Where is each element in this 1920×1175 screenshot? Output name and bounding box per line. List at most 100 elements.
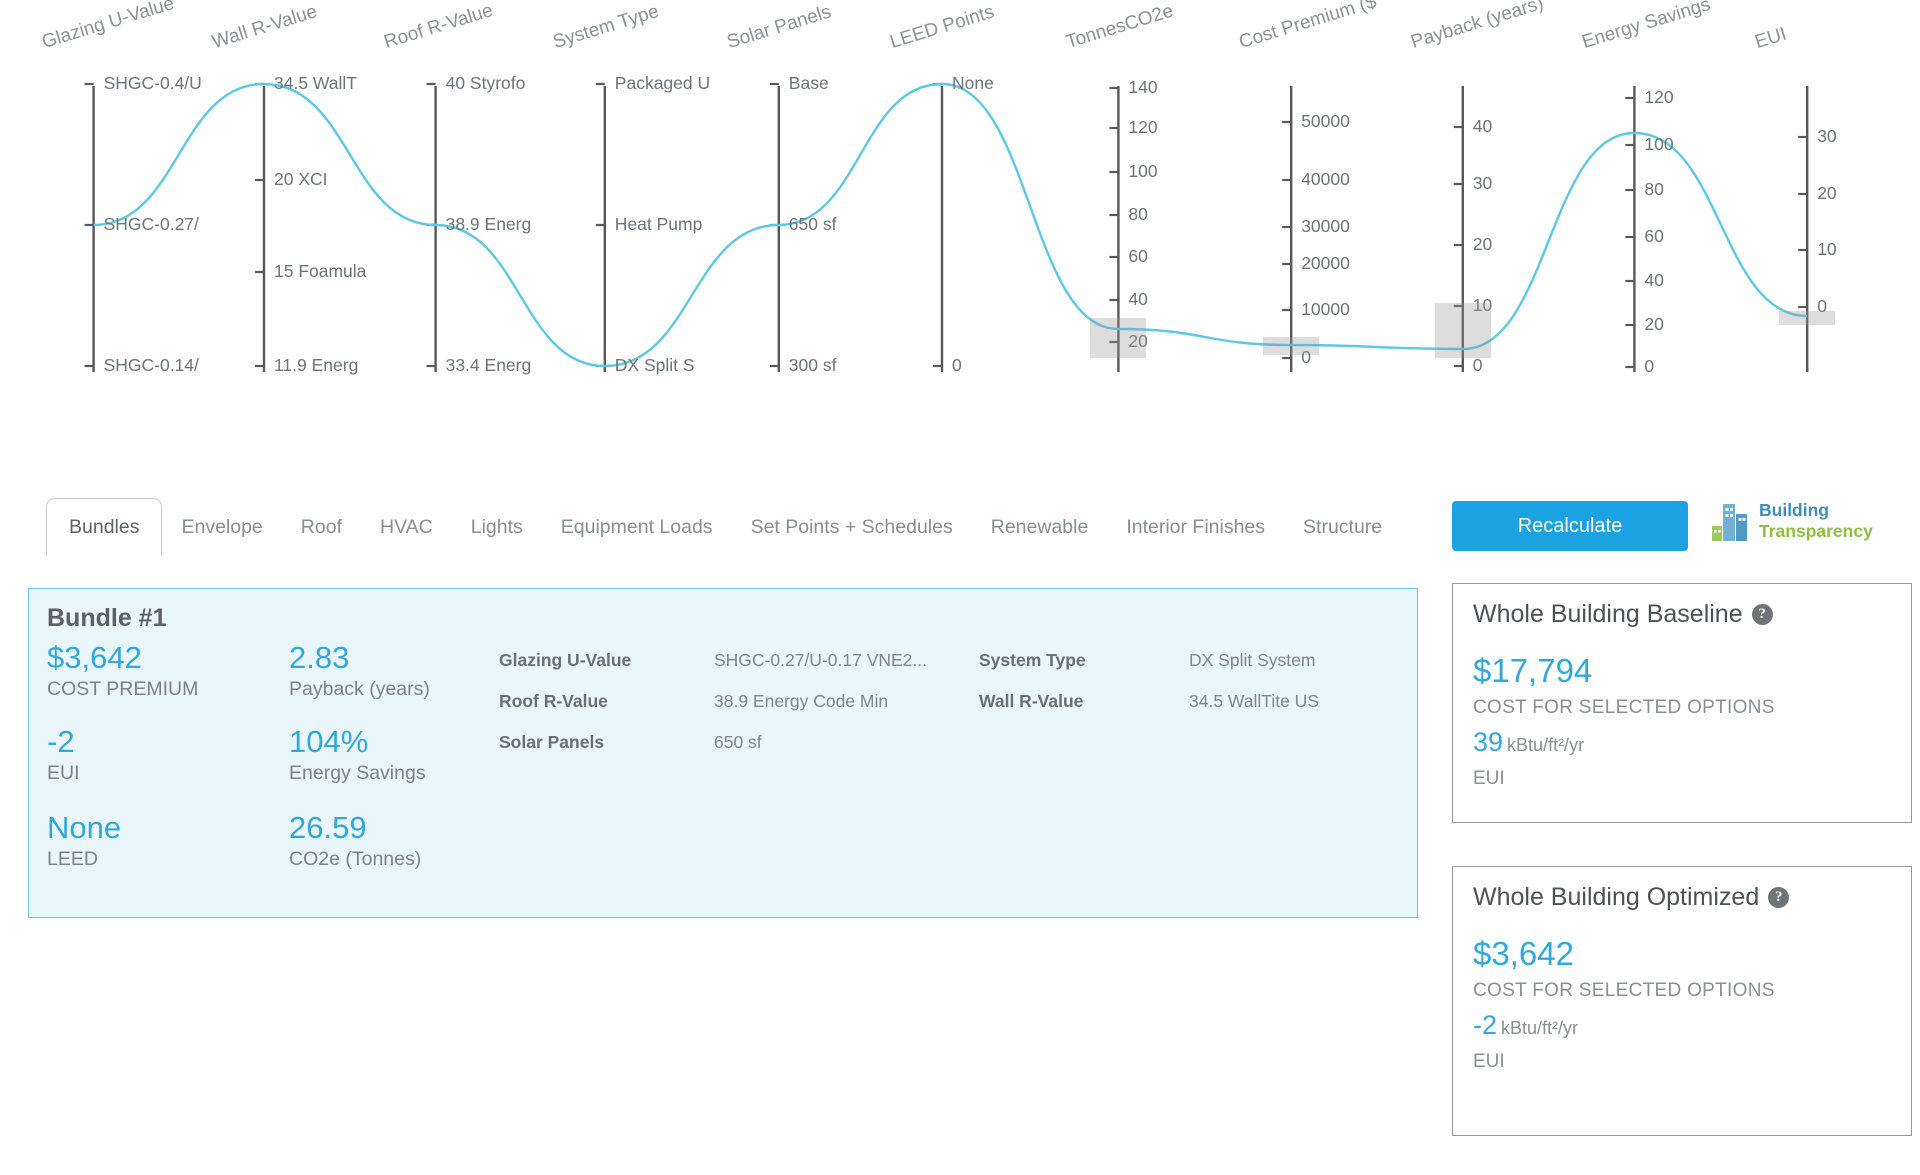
axis-tick-label: 20000 — [1301, 253, 1350, 273]
tab-renewable[interactable]: Renewable — [972, 498, 1108, 556]
axis-tick-label: 40 Styrofo — [445, 73, 526, 93]
axis-tick-label: SHGC-0.27/ — [103, 214, 199, 234]
optimized-cost-label: COST FOR SELECTED OPTIONS — [1473, 980, 1775, 1001]
axis-tick-label: 20 — [1472, 234, 1493, 254]
tab-lights[interactable]: Lights — [452, 498, 542, 556]
tab-set-points-schedules[interactable]: Set Points + Schedules — [732, 498, 972, 556]
bundle-series-line[interactable] — [93, 82, 1808, 368]
tab-equipment-loads[interactable]: Equipment Loads — [542, 498, 732, 556]
axis-tick-label: 40 — [1644, 270, 1664, 290]
baseline-eui-label: EUI — [1473, 768, 1505, 789]
optimized-card-title: Whole Building Optimized ? — [1473, 883, 1790, 912]
baseline-cost-label: COST FOR SELECTED OPTIONS — [1473, 697, 1775, 718]
bundle-spec-key: Solar Panels — [499, 732, 605, 752]
axis-tick-label: 40000 — [1301, 169, 1350, 189]
optimized-title-text: Whole Building Optimized — [1473, 883, 1760, 911]
bundle-metric: $3,642 COST PREMIUM — [47, 641, 198, 701]
tab-structure[interactable]: Structure — [1284, 498, 1401, 556]
axis-tick-label: 40 — [1472, 116, 1493, 136]
axis-tick-label: 11.9 Energ — [274, 355, 359, 375]
bundle-metric-value: -2 — [47, 724, 75, 759]
axis-tick-label: 100 — [1644, 134, 1674, 154]
bundle-metric-label: CO2e (Tonnes) — [289, 848, 422, 871]
bundle-spec-key: Glazing U-Value — [499, 650, 632, 670]
bundle-metric-label: Energy Savings — [289, 762, 426, 785]
help-icon[interactable]: ? — [1751, 604, 1773, 625]
axis-tick-label: 30000 — [1301, 216, 1350, 236]
axis-tick-label: 300 sf — [788, 355, 837, 375]
bundle-spec-value: 34.5 WallTite US — [1189, 691, 1319, 711]
axis-brush-selection[interactable] — [1263, 337, 1320, 355]
category-tab-bar[interactable]: Bundles Envelope Roof HVAC Lights Equipment L… — [46, 498, 1401, 556]
bundle-spec-key: Wall R-Value — [979, 691, 1084, 711]
baseline-title-text: Whole Building Baseline — [1473, 600, 1743, 628]
axis-tick-label: 0 — [1472, 355, 1483, 375]
axis-tick-label: 0 — [1644, 356, 1655, 376]
axis-tick-label: 34.5 WallT — [274, 73, 357, 93]
bundle-summary-panel[interactable]: Bundle #1 $3,642 COST PREMIUM 2.83 Payback … — [28, 588, 1418, 918]
building-icon — [1712, 504, 1747, 541]
bundle-metric: 104% Energy Savings — [289, 725, 426, 785]
axis-tick-label: 50000 — [1301, 111, 1350, 131]
axis-tick-label: None — [952, 73, 994, 93]
axis-brush-selection[interactable] — [1779, 311, 1836, 325]
bundle-spec-value: SHGC-0.27/U-0.17 VNE2... — [714, 650, 927, 670]
axis-tick-label: 30 — [1817, 126, 1837, 146]
bundle-spec-value: 38.9 Energy Code Min — [714, 691, 889, 711]
whole-building-optimized-card: Whole Building Optimized ? $3,642 COST F… — [1452, 866, 1912, 1136]
bundle-spec-key: System Type — [979, 650, 1086, 670]
axis-tick-label: 60 — [1128, 246, 1148, 266]
bundle-metric: -2 EUI — [47, 725, 80, 785]
axis-tick-label: 0 — [952, 355, 962, 375]
baseline-card-title: Whole Building Baseline ? — [1473, 600, 1773, 629]
optimized-eui-unit: kBtu/ft²/yr — [1501, 1018, 1579, 1038]
parallel-coordinates-chart[interactable]: SHGC-0.4/U SHGC-0.27/SHGC-0.14/Glazing U-… — [0, 0, 1920, 480]
axis-tick-label: DX Split S — [614, 355, 695, 375]
axis-tick-label: 60 — [1644, 226, 1664, 246]
axis-brush-selection[interactable] — [1434, 303, 1491, 358]
bundle-metric-value: $3,642 — [47, 640, 142, 675]
axis-tick-label: 20 XCI — [274, 169, 328, 189]
parallel-coordinates-svg — [84, 82, 1809, 372]
optimized-eui-line: -2 kBtu/ft²/yr — [1473, 1010, 1578, 1041]
bundle-title: Bundle #1 — [47, 604, 167, 632]
axis-tick-label: 10000 — [1301, 299, 1350, 319]
whole-building-baseline-card: Whole Building Baseline ? $17,794 COST F… — [1452, 583, 1912, 823]
bundle-spec-key: Roof R-Value — [499, 691, 608, 711]
tab-bundles[interactable]: Bundles — [46, 498, 163, 556]
recalculate-button[interactable]: Recalculate — [1452, 501, 1688, 551]
axis-tick-label: 33.4 Energ — [445, 355, 532, 375]
tab-envelope[interactable]: Envelope — [162, 498, 281, 556]
building-transparency-logo[interactable]: Building Transparency — [1710, 500, 1873, 542]
bundle-metric: 26.59 CO2e (Tonnes) — [289, 811, 421, 871]
bundle-metric-label: LEED — [47, 848, 98, 871]
bundle-metric-label: EUI — [47, 762, 80, 785]
help-icon[interactable]: ? — [1768, 887, 1790, 908]
bundle-metric: None LEED — [47, 811, 121, 871]
axis-tick-label: 38.9 Energ — [445, 214, 532, 234]
baseline-eui-value: 39 — [1473, 727, 1504, 757]
bundle-metric-value: 26.59 — [289, 810, 367, 845]
baseline-cost-value: $17,794 — [1473, 652, 1593, 689]
tab-hvac[interactable]: HVAC — [361, 498, 452, 556]
axis-tick-label: 140 — [1128, 77, 1158, 97]
axis-tick-label: SHGC-0.4/U — [103, 73, 202, 93]
axis-tick-label: 40 — [1128, 289, 1148, 309]
bundle-metric-value: 104% — [289, 724, 369, 759]
tab-interior-finishes[interactable]: Interior Finishes — [1107, 498, 1284, 556]
bundle-metric-label: Payback (years) — [289, 678, 430, 701]
bundle-metric: 2.83 Payback (years) — [289, 641, 430, 701]
tab-roof[interactable]: Roof — [282, 498, 361, 556]
axis-brush-selection[interactable] — [1090, 318, 1147, 358]
axis-tick-label: 20 — [1644, 314, 1664, 334]
bundle-spec-value: DX Split System — [1189, 650, 1316, 670]
baseline-eui-unit: kBtu/ft²/yr — [1507, 735, 1585, 755]
axis-tick-label: Packaged U — [614, 73, 711, 93]
optimized-cost-value: $3,642 — [1473, 935, 1574, 972]
axis-tick-label: 80 — [1128, 204, 1148, 224]
axis-tick-label: 120 — [1128, 117, 1158, 137]
axis-tick-label: 10 — [1817, 239, 1837, 259]
optimized-eui-value: -2 — [1473, 1010, 1498, 1040]
bundle-metric-label: COST PREMIUM — [47, 678, 199, 701]
axis-tick-label: 80 — [1644, 179, 1664, 199]
